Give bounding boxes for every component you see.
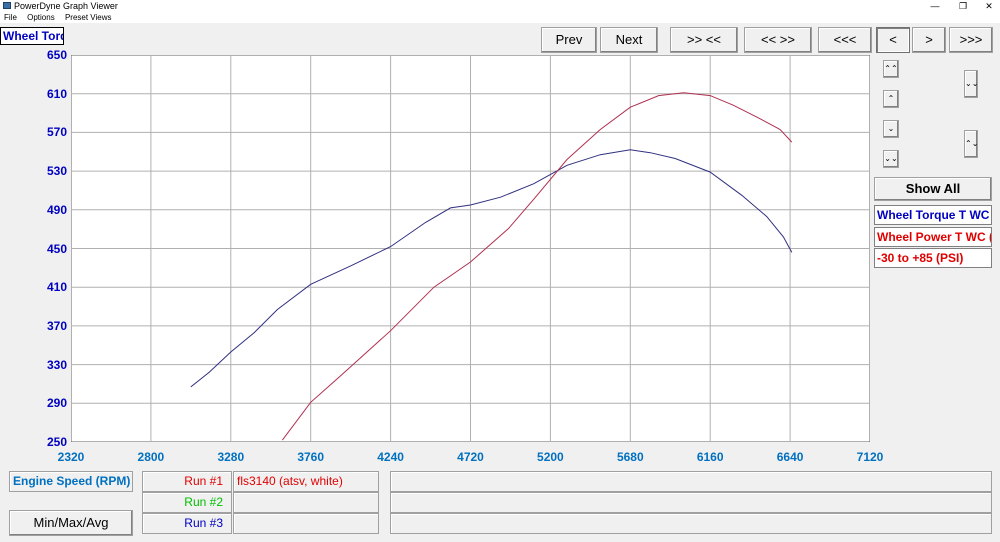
- y-tick-label: 570: [46, 125, 67, 140]
- menu-options[interactable]: Options: [27, 13, 55, 22]
- zoom-out-button[interactable]: << >>: [744, 27, 812, 53]
- shift-down-button[interactable]: ⌄⌄: [964, 70, 978, 98]
- x-tick-label: 4240: [377, 450, 404, 464]
- restore-icon[interactable]: ❐: [952, 0, 974, 12]
- dyno-chart[interactable]: [71, 55, 870, 442]
- step-forward-button[interactable]: >: [912, 27, 946, 53]
- x-axis-title[interactable]: Engine Speed (RPM): [9, 471, 133, 492]
- next-button[interactable]: Next: [600, 27, 658, 53]
- run-2-label[interactable]: Run #2: [142, 492, 232, 513]
- menu-file[interactable]: File: [4, 13, 17, 22]
- y-tick-label: 290: [46, 396, 67, 411]
- minmax-avg-button[interactable]: Min/Max/Avg: [9, 510, 133, 536]
- y-tick-label: 370: [46, 318, 67, 333]
- y-axis-title[interactable]: Wheel Torq: [0, 27, 64, 45]
- prev-button[interactable]: Prev: [541, 27, 597, 53]
- x-tick-label: 5200: [537, 450, 564, 464]
- minimize-icon[interactable]: —: [924, 0, 946, 12]
- y-tick-label: 330: [46, 357, 67, 372]
- scale-up-fast-button[interactable]: ⌃⌃: [883, 60, 899, 78]
- x-tick-label: 3760: [297, 450, 325, 464]
- window-title: PowerDyne Graph Viewer: [14, 1, 118, 11]
- legend-power[interactable]: Wheel Power T WC (: [874, 227, 992, 247]
- menu-bar: File Options Preset Views: [0, 12, 1000, 23]
- x-tick-label: 7120: [856, 450, 884, 464]
- y-tick-label: 650: [46, 48, 67, 62]
- scale-up-button[interactable]: ⌃: [883, 90, 899, 108]
- run-1-details: [390, 471, 992, 492]
- menu-preset-views[interactable]: Preset Views: [65, 13, 112, 22]
- y-tick-label: 490: [46, 202, 67, 217]
- y-tick-label: 530: [46, 164, 67, 179]
- show-all-button[interactable]: Show All: [874, 177, 992, 201]
- run-1-name[interactable]: fls3140 (atsv, white): [233, 471, 379, 492]
- legend-torque[interactable]: Wheel Torque T WC: [874, 205, 992, 225]
- run-3-details: [390, 513, 992, 534]
- shift-toggle-button[interactable]: ⌃⌄: [964, 130, 978, 158]
- run-3-label[interactable]: Run #3: [142, 513, 232, 534]
- zoom-in-button[interactable]: >> <<: [670, 27, 738, 53]
- y-tick-label: 610: [46, 86, 67, 101]
- run-1-label[interactable]: Run #1: [142, 471, 232, 492]
- run-2-name[interactable]: [233, 492, 379, 513]
- run-3-name[interactable]: [233, 513, 379, 534]
- app-icon: [3, 2, 11, 9]
- scale-down-fast-button[interactable]: ⌄⌄: [883, 150, 899, 168]
- x-tick-label: 5680: [616, 450, 644, 464]
- scale-down-button[interactable]: ⌄: [883, 120, 899, 138]
- legend-boost[interactable]: -30 to +85 (PSI): [874, 248, 992, 268]
- title-bar: PowerDyne Graph Viewer — ❐ ✕: [0, 0, 1000, 12]
- x-tick-label: 2320: [57, 450, 85, 464]
- last-button[interactable]: >>>: [949, 27, 993, 53]
- y-tick-label: 410: [46, 280, 67, 295]
- x-tick-label: 4720: [457, 450, 484, 464]
- step-back-button[interactable]: <: [876, 27, 910, 53]
- y-tick-label: 450: [46, 241, 67, 256]
- y-tick-label: 250: [46, 435, 67, 449]
- x-tick-label: 3280: [217, 450, 245, 464]
- run-2-details: [390, 492, 992, 513]
- first-button[interactable]: <<<: [818, 27, 872, 53]
- close-icon[interactable]: ✕: [978, 0, 1000, 12]
- x-tick-label: 6160: [696, 450, 724, 464]
- x-tick-label: 6640: [776, 450, 804, 464]
- x-tick-label: 2800: [137, 450, 165, 464]
